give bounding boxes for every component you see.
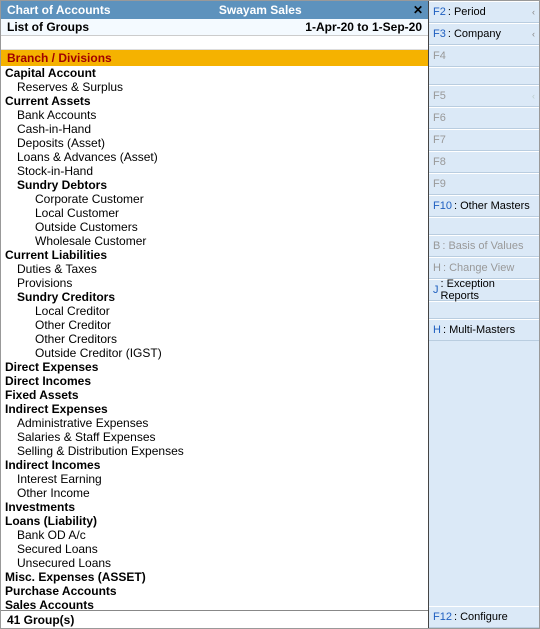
- footer-count: 41 Group(s): [1, 610, 428, 628]
- sidebar-button-h: H: Change View: [429, 257, 539, 279]
- list-item[interactable]: Capital Account: [1, 66, 428, 80]
- list-item[interactable]: Fixed Assets: [1, 388, 428, 402]
- sidebar: F2: Period ‹ F3: Company ‹ F4 F5 ‹ F6 F7 F8 F9 F10:…: [429, 1, 539, 628]
- sidebar-label: : Company: [448, 28, 501, 40]
- sidebar-label: : Configure: [454, 611, 508, 623]
- sidebar-key: H: [433, 262, 441, 274]
- list-item[interactable]: Other Income: [1, 486, 428, 500]
- sidebar-label: : Basis of Values: [442, 240, 523, 252]
- selected-group-row[interactable]: Branch / Divisions: [1, 50, 428, 66]
- sidebar-key: H: [433, 324, 441, 336]
- sidebar-bottom: F12: Configure: [429, 606, 539, 628]
- list-item[interactable]: Administrative Expenses: [1, 416, 428, 430]
- list-item[interactable]: Selling & Distribution Expenses: [1, 444, 428, 458]
- sidebar-label: : Period: [448, 6, 486, 18]
- list-item[interactable]: Provisions: [1, 276, 428, 290]
- list-item[interactable]: Loans (Liability): [1, 514, 428, 528]
- sidebar-label: : Multi-Masters: [443, 324, 515, 336]
- sidebar-label: : Other Masters: [454, 200, 530, 212]
- groups-list: Capital AccountReserves & SurplusCurrent…: [1, 66, 428, 610]
- chevron-left-icon: ‹: [532, 7, 535, 17]
- list-item[interactable]: Misc. Expenses (ASSET): [1, 570, 428, 584]
- list-item[interactable]: Local Creditor: [1, 304, 428, 318]
- sidebar-key: F10: [433, 200, 452, 212]
- list-item[interactable]: Bank OD A/c: [1, 528, 428, 542]
- list-item[interactable]: Salaries & Staff Expenses: [1, 430, 428, 444]
- sidebar-button-f10[interactable]: F10: Other Masters: [429, 195, 539, 217]
- sidebar-key: B: [433, 240, 440, 252]
- sidebar-label: : Exception Reports: [441, 278, 536, 302]
- list-item[interactable]: Current Assets: [1, 94, 428, 108]
- list-item[interactable]: Deposits (Asset): [1, 136, 428, 150]
- sidebar-label: : Change View: [443, 262, 514, 274]
- list-item[interactable]: Other Creditor: [1, 318, 428, 332]
- sidebar-key: F9: [433, 178, 446, 190]
- sidebar-button-f2[interactable]: F2: Period ‹: [429, 1, 539, 23]
- sidebar-gap: [429, 301, 539, 319]
- sidebar-button-f6: F6: [429, 107, 539, 129]
- list-item[interactable]: Loans & Advances (Asset): [1, 150, 428, 164]
- list-item[interactable]: Reserves & Surplus: [1, 80, 428, 94]
- list-item[interactable]: Current Liabilities: [1, 248, 428, 262]
- sidebar-key: F6: [433, 112, 446, 124]
- list-item[interactable]: Bank Accounts: [1, 108, 428, 122]
- subtitle-left: List of Groups: [7, 20, 89, 34]
- sidebar-key: F2: [433, 6, 446, 18]
- list-item[interactable]: Sundry Debtors: [1, 178, 428, 192]
- sub-title-bar: List of Groups 1-Apr-20 to 1-Sep-20: [1, 19, 428, 37]
- main-panel: Chart of Accounts Swayam Sales ✕ List of…: [1, 1, 429, 628]
- title-left: Chart of Accounts: [7, 3, 111, 17]
- chevron-left-icon: ‹: [532, 91, 535, 101]
- sidebar-button-f9: F9: [429, 173, 539, 195]
- list-item[interactable]: Wholesale Customer: [1, 234, 428, 248]
- sidebar-button-f3[interactable]: F3: Company ‹: [429, 23, 539, 45]
- list-item[interactable]: Stock-in-Hand: [1, 164, 428, 178]
- sidebar-gap: [429, 67, 539, 85]
- list-item[interactable]: Indirect Expenses: [1, 402, 428, 416]
- title-center: Swayam Sales: [111, 3, 410, 17]
- close-icon[interactable]: ✕: [410, 3, 426, 17]
- list-item[interactable]: Corporate Customer: [1, 192, 428, 206]
- list-item[interactable]: Interest Earning: [1, 472, 428, 486]
- sidebar-button-b: B: Basis of Values: [429, 235, 539, 257]
- list-item[interactable]: Purchase Accounts: [1, 584, 428, 598]
- header-spacer: [1, 36, 428, 50]
- list-item[interactable]: Secured Loans: [1, 542, 428, 556]
- sidebar-gap: [429, 217, 539, 235]
- list-item[interactable]: Direct Incomes: [1, 374, 428, 388]
- sidebar-key: F12: [433, 611, 452, 623]
- sidebar-spacer: [429, 341, 539, 606]
- sidebar-button-f5: F5 ‹: [429, 85, 539, 107]
- sidebar-button-f8: F8: [429, 151, 539, 173]
- list-item[interactable]: Indirect Incomes: [1, 458, 428, 472]
- list-item[interactable]: Direct Expenses: [1, 360, 428, 374]
- sidebar-key: F8: [433, 156, 446, 168]
- sidebar-button-f7: F7: [429, 129, 539, 151]
- sidebar-button-j[interactable]: J: Exception Reports: [429, 279, 539, 301]
- title-bar: Chart of Accounts Swayam Sales ✕: [1, 1, 428, 19]
- app-window: Chart of Accounts Swayam Sales ✕ List of…: [0, 0, 540, 629]
- sidebar-items: F2: Period ‹ F3: Company ‹ F4 F5 ‹ F6 F7 F8 F9 F10:…: [429, 1, 539, 341]
- period-range: 1-Apr-20 to 1-Sep-20: [305, 20, 422, 34]
- sidebar-key: J: [433, 284, 439, 296]
- sidebar-button-f4: F4: [429, 45, 539, 67]
- list-item[interactable]: Local Customer: [1, 206, 428, 220]
- sidebar-button-f12[interactable]: F12: Configure: [429, 606, 539, 628]
- list-item[interactable]: Outside Creditor (IGST): [1, 346, 428, 360]
- sidebar-key: F4: [433, 50, 446, 62]
- sidebar-key: F3: [433, 28, 446, 40]
- list-item[interactable]: Outside Customers: [1, 220, 428, 234]
- chevron-left-icon: ‹: [532, 29, 535, 39]
- list-item[interactable]: Duties & Taxes: [1, 262, 428, 276]
- sidebar-key: F7: [433, 134, 446, 146]
- list-item[interactable]: Investments: [1, 500, 428, 514]
- sidebar-key: F5: [433, 90, 446, 102]
- list-item[interactable]: Sales Accounts: [1, 598, 428, 610]
- list-item[interactable]: Sundry Creditors: [1, 290, 428, 304]
- sidebar-button-h[interactable]: H: Multi-Masters: [429, 319, 539, 341]
- list-item[interactable]: Other Creditors: [1, 332, 428, 346]
- list-item[interactable]: Unsecured Loans: [1, 556, 428, 570]
- list-item[interactable]: Cash-in-Hand: [1, 122, 428, 136]
